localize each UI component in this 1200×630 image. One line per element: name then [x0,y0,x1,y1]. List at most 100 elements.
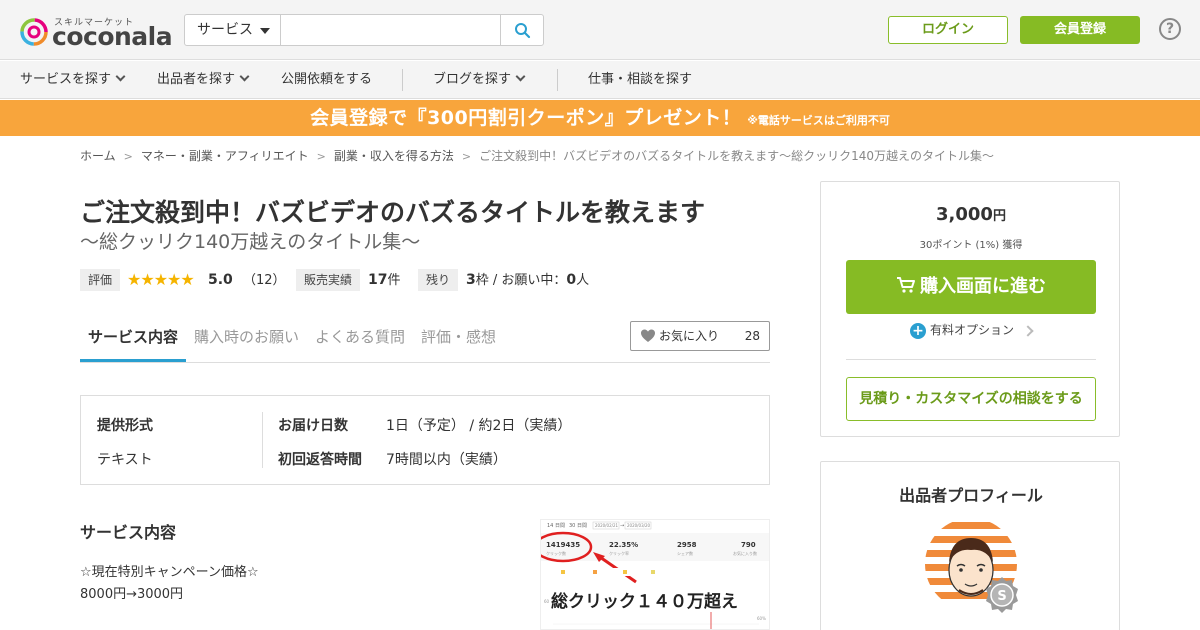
rank-badge-letter: S [997,589,1006,604]
page: スキルマーケット coconala サービス ログイン 会員登録 ? サービスを… [0,0,1200,630]
nav-item-public-request[interactable]: 公開依頼をする [281,61,372,99]
shot-date-end: 2020/03/20 [627,523,651,528]
review-count: （12） [242,273,286,288]
search-category-label: サービス [197,22,253,38]
service-image[interactable]: 14 日間 30 日間 2020/02/21 → 2020/03/20 1419… [540,519,770,630]
heart-icon [641,329,655,342]
tab-purchase-requests[interactable]: 購入時のお願い [194,318,299,362]
nav-divider [402,69,403,91]
nav-divider [557,69,558,91]
search-input[interactable] [281,15,501,45]
quote-button[interactable]: 見積り・カスタマイズの相談をする [846,377,1096,421]
paid-options-link[interactable]: + 有料オプション [821,322,1121,339]
service-spec-box: 提供形式 テキスト お届け日数 1日（予定） / 約2日（実績） 初回返答時間 … [80,395,770,485]
nav-item-find-jobs[interactable]: 仕事・相談を探す [588,61,692,99]
remaining-label: 残り [418,269,459,291]
requesting-value: 0 [566,272,577,288]
promo-banner-text: 会員登録で『300円割引クーポン』プレゼント！ [310,107,742,129]
logo[interactable]: スキルマーケット coconala [20,14,173,51]
nav-item-find-sellers[interactable]: 出品者を探す [157,61,250,99]
price-value: 3,000 [936,204,993,225]
sales-summary: 17件 [368,269,401,291]
cart-icon [897,277,915,293]
sales-value: 17 [368,272,388,288]
shot-axis-pct: 60% [757,616,766,621]
description-heading: サービス内容 [80,523,177,542]
description-line: ☆現在特別キャンペーン価格☆ [80,565,259,580]
help-icon[interactable]: ? [1159,18,1181,40]
shot-stat-ctr-label: クリック率 [609,550,629,556]
shot-axis-top: 60 [544,599,550,604]
nav-item-label: ブログを探す [433,72,512,87]
shot-stat-favorites-label: お気に入り数 [733,550,757,556]
sales-label: 販売実績 [296,269,361,291]
chevron-down-icon [115,71,126,82]
favorite-button[interactable]: お気に入り 28 [630,321,770,351]
shot-stat-shares: 2958 [677,541,697,549]
nav-item-label: 仕事・相談を探す [588,72,693,87]
chevron-down-icon [515,71,526,82]
paid-options-label: 有料オプション [929,323,1014,337]
purchase-button[interactable]: 購入画面に進む [846,260,1096,314]
rating-value: 5.0 [208,272,233,288]
promo-banner[interactable]: 会員登録で『300円割引クーポン』プレゼント！ ※電話サービスはご利用不可 [0,100,1200,136]
rating-stars: ★★★★★ [127,270,195,289]
shot-stat-clicks-label: クリック数 [546,550,566,556]
shot-tab-14: 14 日間 [547,523,565,529]
purchase-button-label: 購入画面に進む [920,276,1046,297]
shot-date-start: 2020/02/21 [595,523,619,528]
nav-item-label: サービスを探す [20,72,112,87]
purchase-panel: 3,000円 30ポイント (1%) 獲得 購入画面に進む + 有料オプション 見… [820,181,1120,437]
reply-time-value: 7時間以内（実績） [386,452,507,468]
login-button[interactable]: ログイン [888,16,1008,44]
nav-item-find-services[interactable]: サービスを探す [20,61,126,99]
nav-item-find-blogs[interactable]: ブログを探す [433,61,526,99]
delivery-label: お届け日数 [278,418,348,434]
search-button[interactable] [500,15,543,45]
rating-summary[interactable]: 5.0 （12） [208,269,286,291]
sales-unit: 件 [387,273,401,288]
breadcrumb-item[interactable]: 副業・収入を得る方法 [334,147,454,164]
seller-profile-heading: 出品者プロフィール [899,486,1043,505]
breadcrumb: ホーム > マネー・副業・アフィリエイト > 副業・収入を得る方法 > ご注文殺到中！バズビ… [80,147,994,163]
logo-mark-icon [20,18,48,46]
format-label: 提供形式 [97,418,153,434]
tab-faq[interactable]: よくある質問 [315,318,405,362]
chevron-right-icon [1022,324,1034,337]
tab-reviews[interactable]: 評価・感想 [421,318,496,362]
register-button[interactable]: 会員登録 [1020,16,1140,44]
svg-text:→: → [620,523,624,529]
format-value: テキスト [97,452,153,468]
spec-divider [262,412,263,468]
shot-stat-shares-label: シェア数 [677,550,693,556]
breadcrumb-item[interactable]: ホーム [80,147,116,164]
rank-badge-icon: S [986,577,1018,613]
tab-service-details[interactable]: サービス内容 [80,318,187,362]
remaining-unit: 枠 / お願い中： [475,273,567,288]
price-unit: 円 [992,209,1006,224]
reply-time-label: 初回返答時間 [278,452,362,468]
delivery-value: 1日（予定） / 約2日（実績） [386,418,572,434]
main-nav: サービスを探す 出品者を探す 公開依頼をする ブログを探す 仕事・相談を探す [0,61,1200,99]
favorite-count: 28 [744,329,760,343]
nav-item-label: 公開依頼をする [281,72,373,87]
remaining-summary: 3枠 / お願い中：0人 [466,269,589,291]
breadcrumb-separator: > [123,150,133,163]
logo-text: coconala [52,22,173,51]
price: 3,000円 [821,204,1121,225]
breadcrumb-separator: > [461,150,472,163]
shot-tab-30: 30 日間 [569,523,587,529]
search-icon [515,23,531,39]
analytics-screenshot: 14 日間 30 日間 2020/02/21 → 2020/03/20 1419… [541,520,769,629]
nav-item-label: 出品者を探す [157,72,236,87]
plus-icon: + [909,322,926,339]
search-category-select[interactable]: サービス [185,15,281,45]
remaining-value: 3 [466,272,476,288]
breadcrumb-item[interactable]: マネー・副業・アフィリエイト [141,147,309,164]
shot-caption: 総クリック１４０万超え [551,591,738,612]
breadcrumb-current: ご注文殺到中！バズビデオのバズるタイトルを教えます〜総クッリク140万越えのタイ… [479,149,994,163]
promo-banner-note: ※電話サービスはご利用不可 [747,114,890,127]
seller-rank-badge: S [983,576,1021,614]
description-line: 8000円→3000円 [80,587,184,602]
chevron-down-icon [239,71,250,82]
